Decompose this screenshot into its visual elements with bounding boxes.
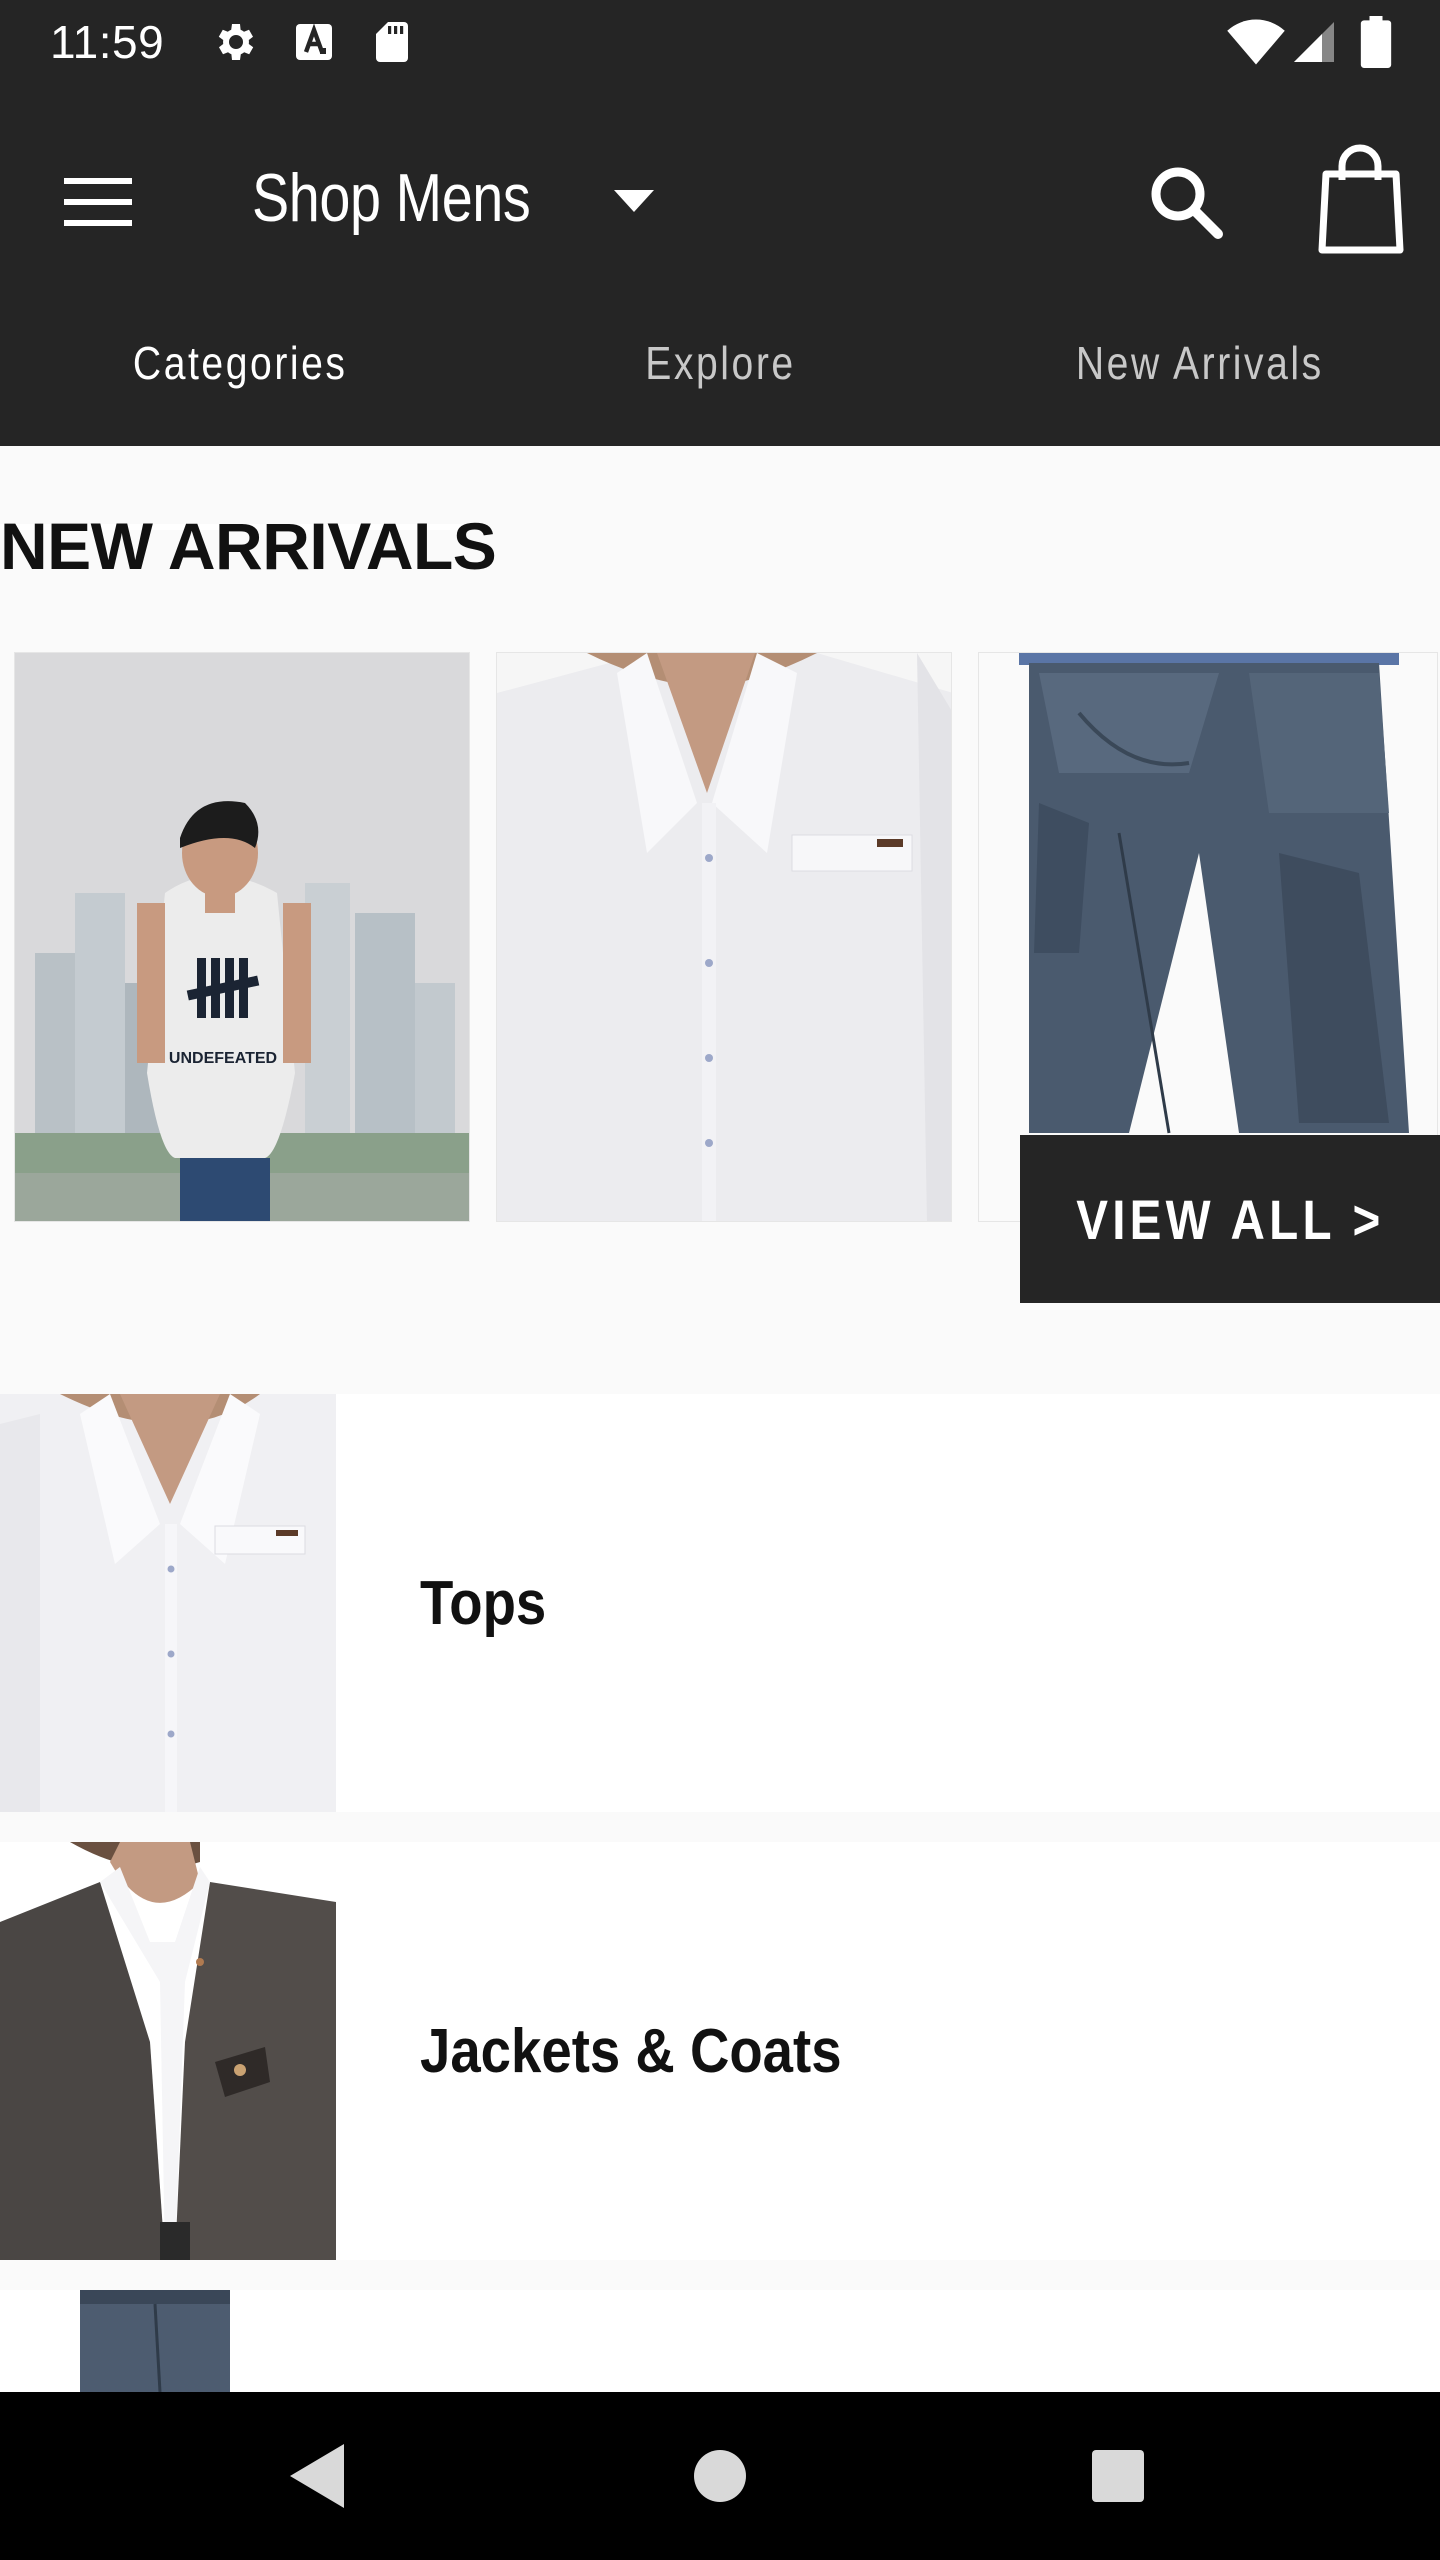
recents-icon[interactable] bbox=[1068, 2426, 1168, 2526]
tab-label: Explore bbox=[644, 337, 796, 389]
tab-explore[interactable]: Explore bbox=[480, 280, 960, 446]
hamburger-menu-icon[interactable] bbox=[50, 154, 146, 250]
tab-categories[interactable]: Categories bbox=[0, 280, 480, 446]
home-icon[interactable] bbox=[670, 2426, 770, 2526]
tshirt-print: UNDEFEATED bbox=[169, 1050, 277, 1067]
tab-label: Categories bbox=[132, 337, 348, 389]
category-thumbnail bbox=[0, 1842, 336, 2260]
view-all-label: VIEW ALL > bbox=[1075, 1187, 1385, 1251]
product-image bbox=[497, 653, 951, 1221]
search-icon[interactable] bbox=[1140, 140, 1236, 260]
wifi-icon bbox=[1227, 19, 1285, 65]
tab-bar: Categories Explore New Arrivals bbox=[0, 280, 1440, 446]
category-thumbnail bbox=[0, 2290, 336, 2392]
arrival-product-card[interactable] bbox=[496, 652, 952, 1222]
product-image: UNDEFEATED bbox=[15, 653, 469, 1221]
category-label: Tops bbox=[420, 1568, 547, 1638]
cell-signal-icon bbox=[1294, 22, 1334, 62]
category-row-jackets-coats[interactable]: Jackets & Coats bbox=[0, 1842, 1440, 2260]
a-notification-icon bbox=[296, 23, 332, 60]
system-nav-bar bbox=[0, 2392, 1440, 2560]
new-arrivals-title: NEW ARRIVALS bbox=[0, 509, 497, 583]
back-icon[interactable] bbox=[268, 2426, 368, 2526]
status-time: 11:59 bbox=[50, 16, 165, 68]
app-bar: Shop Mens Categories Explore New Arrival… bbox=[0, 84, 1440, 530]
tab-new-arrivals[interactable]: New Arrivals bbox=[960, 280, 1440, 446]
category-label: Jackets & Coats bbox=[420, 2016, 842, 2086]
category-row-tops[interactable]: Tops bbox=[0, 1394, 1440, 1812]
status-bar: 11:59 bbox=[0, 0, 1440, 84]
tab-label: New Arrivals bbox=[1076, 337, 1324, 389]
shop-selector-title[interactable]: Shop Mens bbox=[252, 148, 531, 248]
category-thumbnail bbox=[0, 1394, 336, 1812]
battery-icon bbox=[1360, 16, 1392, 68]
dropdown-arrow-icon[interactable] bbox=[600, 172, 668, 232]
category-row-partial[interactable] bbox=[0, 2290, 1440, 2392]
gear-icon bbox=[218, 24, 254, 60]
sd-card-icon bbox=[376, 22, 408, 62]
arrival-product-card[interactable]: UNDEFEATED bbox=[14, 652, 470, 1222]
view-all-button[interactable]: VIEW ALL > bbox=[1020, 1135, 1440, 1303]
shopping-bag-icon[interactable] bbox=[1310, 134, 1410, 264]
